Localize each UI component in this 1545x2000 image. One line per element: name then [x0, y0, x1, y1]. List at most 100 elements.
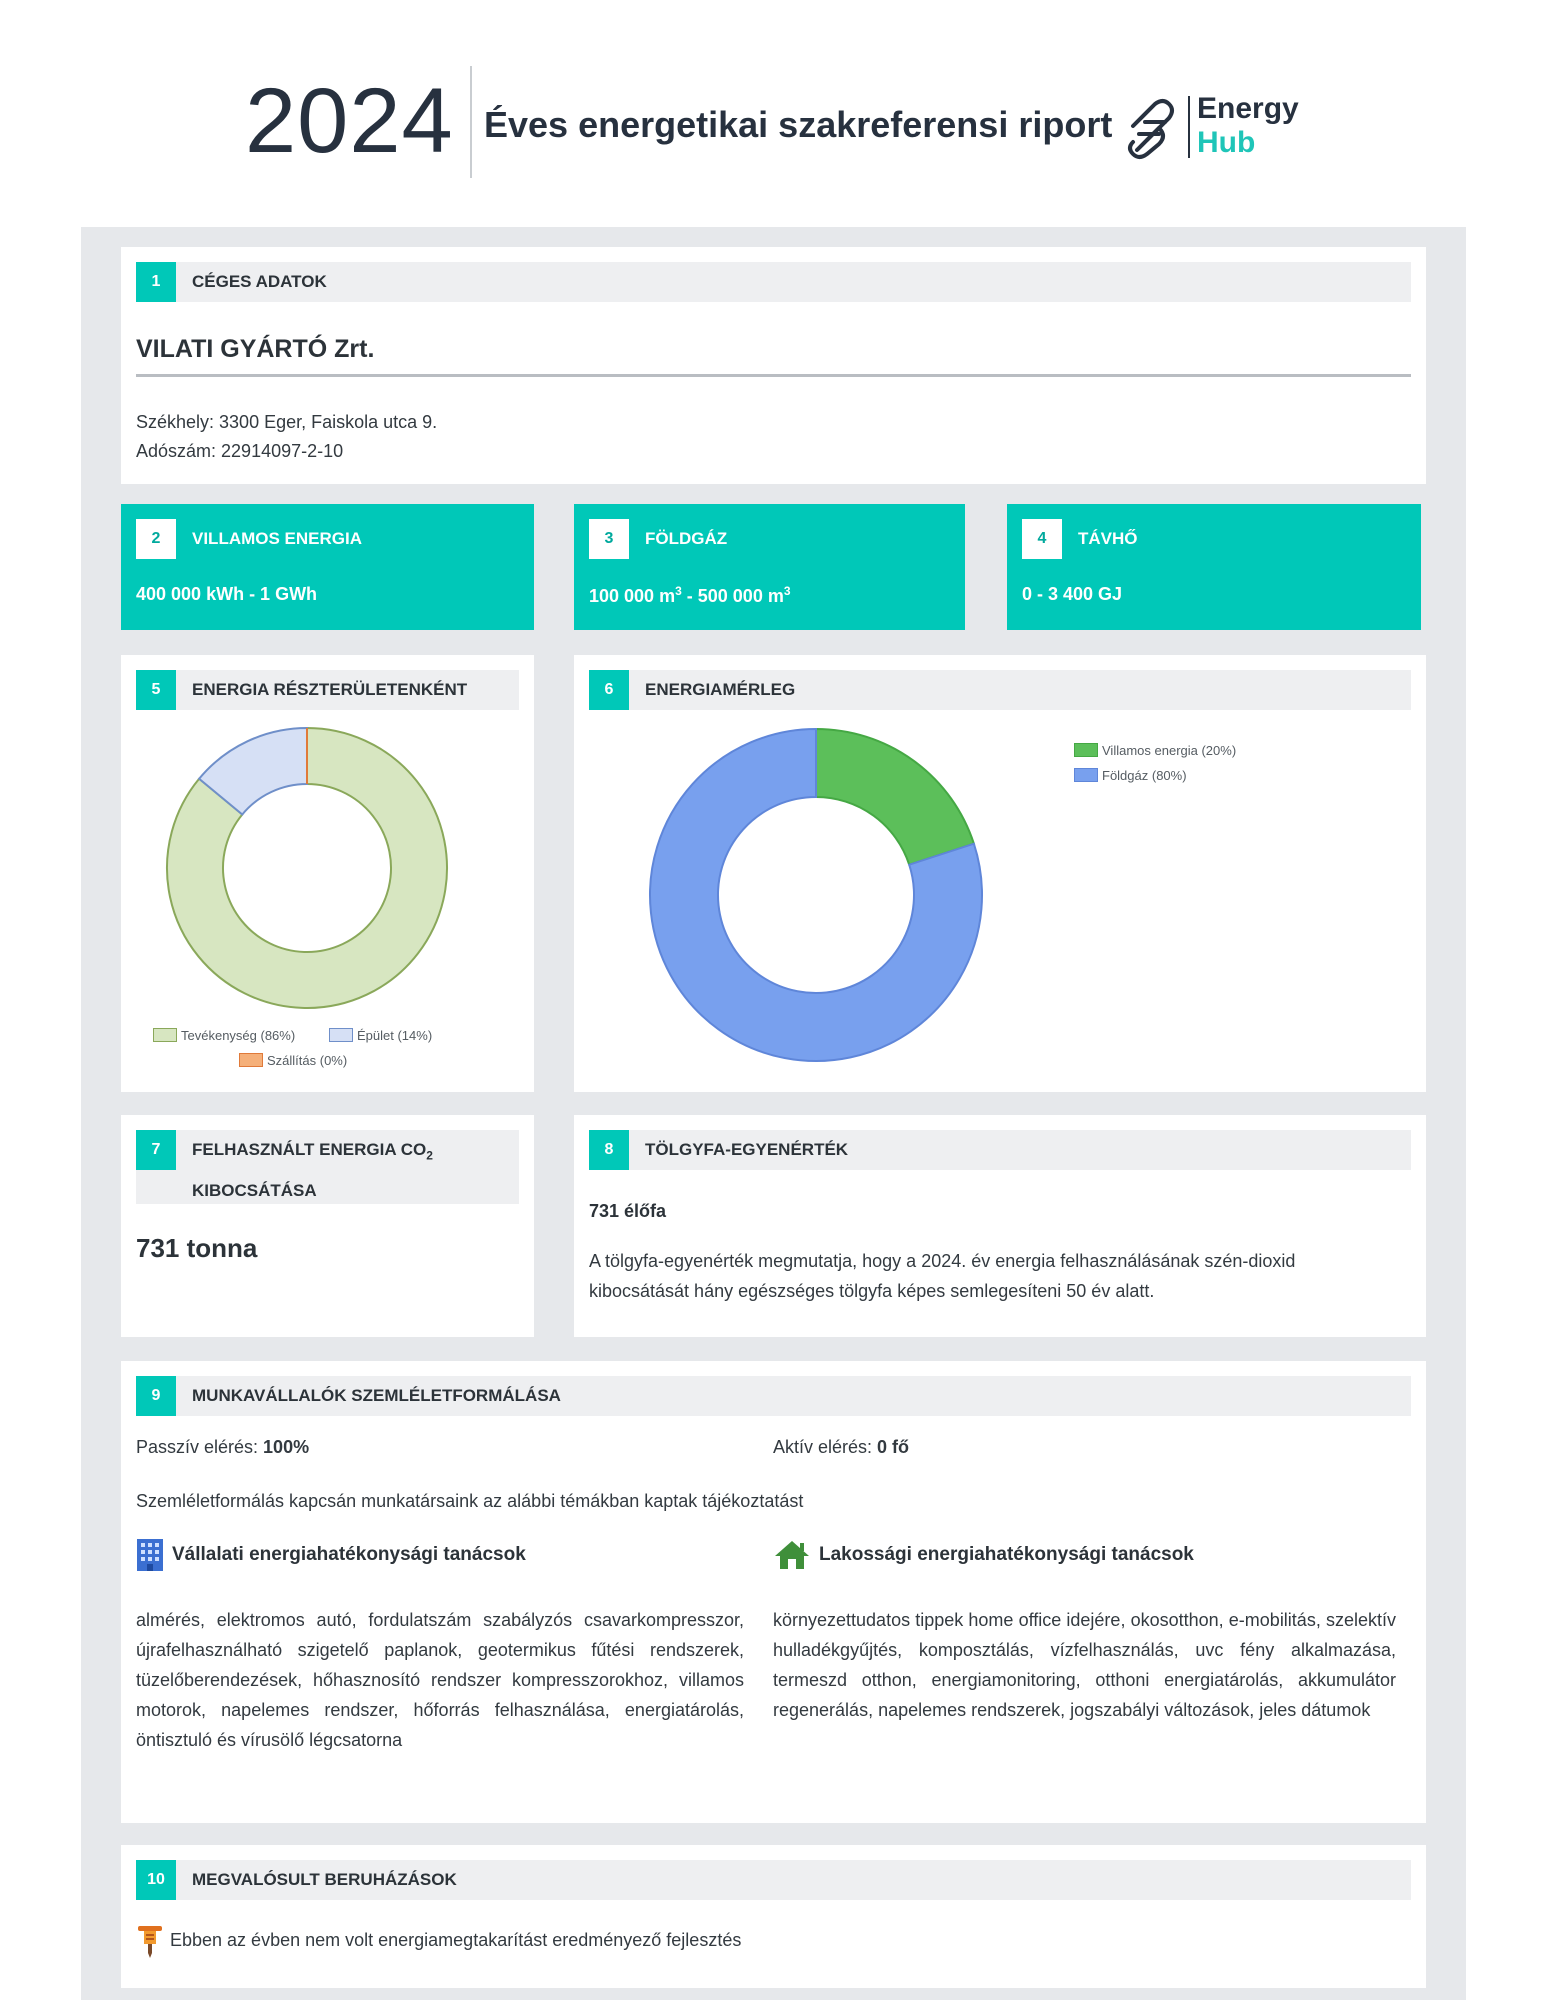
section-number: 9: [136, 1376, 176, 1416]
jackhammer-icon: [138, 1926, 162, 1958]
district-heat-card: 4 TÁVHŐ 0 - 3 400 GJ: [1007, 504, 1421, 630]
energy-hub-logo: Energy Hub: [1125, 92, 1335, 162]
gas-unit-exponent: 3: [675, 584, 682, 598]
section-header: 9 MUNKAVÁLLALÓK SZEMLÉLETFORMÁLÁSA: [136, 1376, 1411, 1416]
legend-label: Épület (14%): [357, 1028, 433, 1043]
section-number: 5: [136, 670, 176, 710]
section-number: 2: [136, 519, 176, 559]
corporate-tips-text: almérés, elektromos autó, fordulatszám s…: [136, 1610, 744, 1750]
district-heat-value: 0 - 3 400 GJ: [1022, 584, 1123, 604]
section-header: 6 ENERGIAMÉRLEG: [589, 670, 1411, 710]
gas-min: 100 000 m: [589, 586, 676, 606]
section-number: 4: [1022, 519, 1062, 559]
active-reach-label: Aktív elérés:: [773, 1437, 878, 1457]
energy-by-area-card: 5 ENERGIA RÉSZTERÜLETENKÉNT Tevékenység …: [121, 655, 534, 1092]
section-title: FELHASZNÁLT ENERGIA CO2 KIBOCSÁTÁSA: [192, 1132, 433, 1209]
legend-label: Szállítás (0%): [267, 1053, 348, 1068]
report-year: 2024: [245, 70, 454, 172]
divider: [136, 374, 1411, 377]
section-header: 2 VILLAMOS ENERGIA: [136, 519, 519, 559]
awareness-intro: Szemléletformálás kapcsán munkatársaink …: [136, 1491, 804, 1511]
electricity-card: 2 VILLAMOS ENERGIA 400 000 kWh - 1 GWh: [121, 504, 534, 630]
gas-unit-exponent: 3: [783, 584, 791, 598]
active-reach-value: 0 fő: [877, 1437, 910, 1457]
legend-swatch: [329, 1028, 353, 1042]
co2-value: 731 tonna: [136, 1233, 258, 1263]
section-number: 6: [589, 670, 629, 710]
energy-balance-donut-chart: [649, 727, 984, 1062]
section-title: CÉGES ADATOK: [192, 272, 327, 291]
electricity-value: 400 000 kWh - 1 GWh: [136, 584, 318, 604]
section-title: VILLAMOS ENERGIA: [192, 529, 363, 548]
report-title: Éves energetikai szakreferensi riport: [484, 104, 1113, 145]
company-address: Székhely: 3300 Eger, Faiskola utca 9.: [136, 412, 438, 432]
section-title: FÖLDGÁZ: [645, 529, 728, 548]
legend-item-natural-gas: Földgáz (80%): [1074, 768, 1187, 783]
oak-equivalent-description: A tölgyfa-egyenérték megmutatja, hogy a …: [589, 1251, 1296, 1301]
legend-swatch: [239, 1053, 263, 1067]
section-header: 3 FÖLDGÁZ: [589, 519, 950, 559]
natural-gas-value: 100 000 m3 - 500 000 m3: [589, 584, 791, 607]
title-part: KIBOCSÁTÁSA: [192, 1181, 317, 1201]
passive-reach: Passzív elérés: 100%: [136, 1432, 309, 1462]
section-header: 4 TÁVHŐ: [1022, 519, 1406, 559]
section-number: 1: [136, 262, 176, 302]
section-header: 8 TÖLGYFA-EGYENÉRTÉK: [589, 1130, 1411, 1170]
energy-balance-card: 6 ENERGIAMÉRLEG Villamos energia (20%) F…: [574, 655, 1426, 1092]
company-name: VILATI GYÁRTÓ Zrt.: [136, 335, 375, 363]
section-header: 1 CÉGES ADATOK: [136, 262, 1411, 302]
household-tips-title: Lakossági energiahatékonysági tanácsok: [819, 1544, 1194, 1565]
title-subscript: 2: [426, 1148, 433, 1163]
passive-reach-label: Passzív elérés:: [136, 1437, 264, 1457]
section-number: 8: [589, 1130, 629, 1170]
oak-equivalent-card: 8 TÖLGYFA-EGYENÉRTÉK 731 élőfa A tölgyfa…: [574, 1115, 1426, 1337]
section-title: ENERGIA RÉSZTERÜLETENKÉNT: [192, 680, 468, 699]
energy-by-area-donut-chart: [166, 726, 448, 1009]
investments-card: 10 MEGVALÓSULT BERUHÁZÁSOK Ebben az évbe…: [121, 1845, 1426, 1988]
natural-gas-card: 3 FÖLDGÁZ 100 000 m3 - 500 000 m3: [574, 504, 965, 630]
house-icon: [775, 1540, 809, 1569]
legend-item-electricity: Villamos energia (20%): [1074, 743, 1236, 758]
legend-swatch: [153, 1028, 177, 1042]
legend-swatch: [1074, 768, 1098, 782]
section-number: 7: [136, 1130, 176, 1170]
household-tips-text: környezettudatos tippek home office idej…: [773, 1610, 1396, 1720]
oak-equivalent-value: 731 élőfa: [589, 1201, 667, 1221]
title-part: FELHASZNÁLT ENERGIA CO: [192, 1140, 427, 1159]
balance-donut-slice-villamos-energia: [815, 727, 976, 866]
logo-mark-icon: [1128, 99, 1174, 159]
household-tips-heading: Lakossági energiahatékonysági tanácsok: [773, 1538, 1194, 1572]
section-header: 5 ENERGIA RÉSZTERÜLETENKÉNT: [136, 670, 519, 710]
legend-swatch: [1074, 743, 1098, 757]
legend-label: Tevékenység (86%): [181, 1028, 296, 1043]
company-tax-number: Adószám: 22914097-2-10: [136, 441, 344, 461]
section-title: TÁVHŐ: [1078, 529, 1138, 548]
legend-item-building: Épület (14%): [329, 1028, 432, 1043]
legend-item-transport: Szállítás (0%): [239, 1053, 347, 1068]
employee-awareness-card: 9 MUNKAVÁLLALÓK SZEMLÉLETFORMÁLÁSA Passz…: [121, 1361, 1426, 1823]
section-number: 3: [589, 519, 629, 559]
legend-item-activity: Tevékenység (86%): [153, 1028, 295, 1043]
active-reach: Aktív elérés: 0 fő: [773, 1432, 909, 1462]
legend-label: Villamos energia (20%): [1102, 743, 1237, 758]
section-title: MUNKAVÁLLALÓK SZEMLÉLETFORMÁLÁSA: [192, 1386, 561, 1405]
logo-bar: [1188, 96, 1190, 158]
office-building-icon: [137, 1539, 163, 1571]
corporate-tips-title: Vállalati energiahatékonysági tanácsok: [172, 1544, 526, 1566]
passive-reach-value: 100%: [263, 1437, 310, 1457]
section-title: TÖLGYFA-EGYENÉRTÉK: [645, 1140, 849, 1159]
section-header: 10 MEGVALÓSULT BERUHÁZÁSOK: [136, 1860, 1411, 1900]
investments-text: Ebben az évben nem volt energiamegtakarí…: [170, 1929, 742, 1950]
corporate-tips-heading: Vállalati energiahatékonysági tanácsok: [136, 1538, 526, 1572]
legend-label: Földgáz (80%): [1102, 768, 1187, 783]
logo-text-energy: Energy: [1197, 92, 1299, 125]
investments-row: Ebben az évben nem volt energiamegtakarí…: [136, 1923, 741, 1959]
report-header: 2024 Éves energetikai szakreferensi ripo…: [0, 60, 1545, 190]
section-number: 10: [136, 1860, 176, 1900]
gas-max: - 500 000 m: [681, 586, 784, 606]
section-header: 7 FELHASZNÁLT ENERGIA CO2 KIBOCSÁTÁSA: [136, 1130, 519, 1204]
report-sheet: 1 CÉGES ADATOK VILATI GYÁRTÓ Zrt. Székhe…: [81, 227, 1466, 2000]
header-divider: [470, 66, 472, 178]
co2-emission-card: 7 FELHASZNÁLT ENERGIA CO2 KIBOCSÁTÁSA 731…: [121, 1115, 534, 1337]
company-card: 1 CÉGES ADATOK VILATI GYÁRTÓ Zrt. Székhe…: [121, 247, 1426, 484]
